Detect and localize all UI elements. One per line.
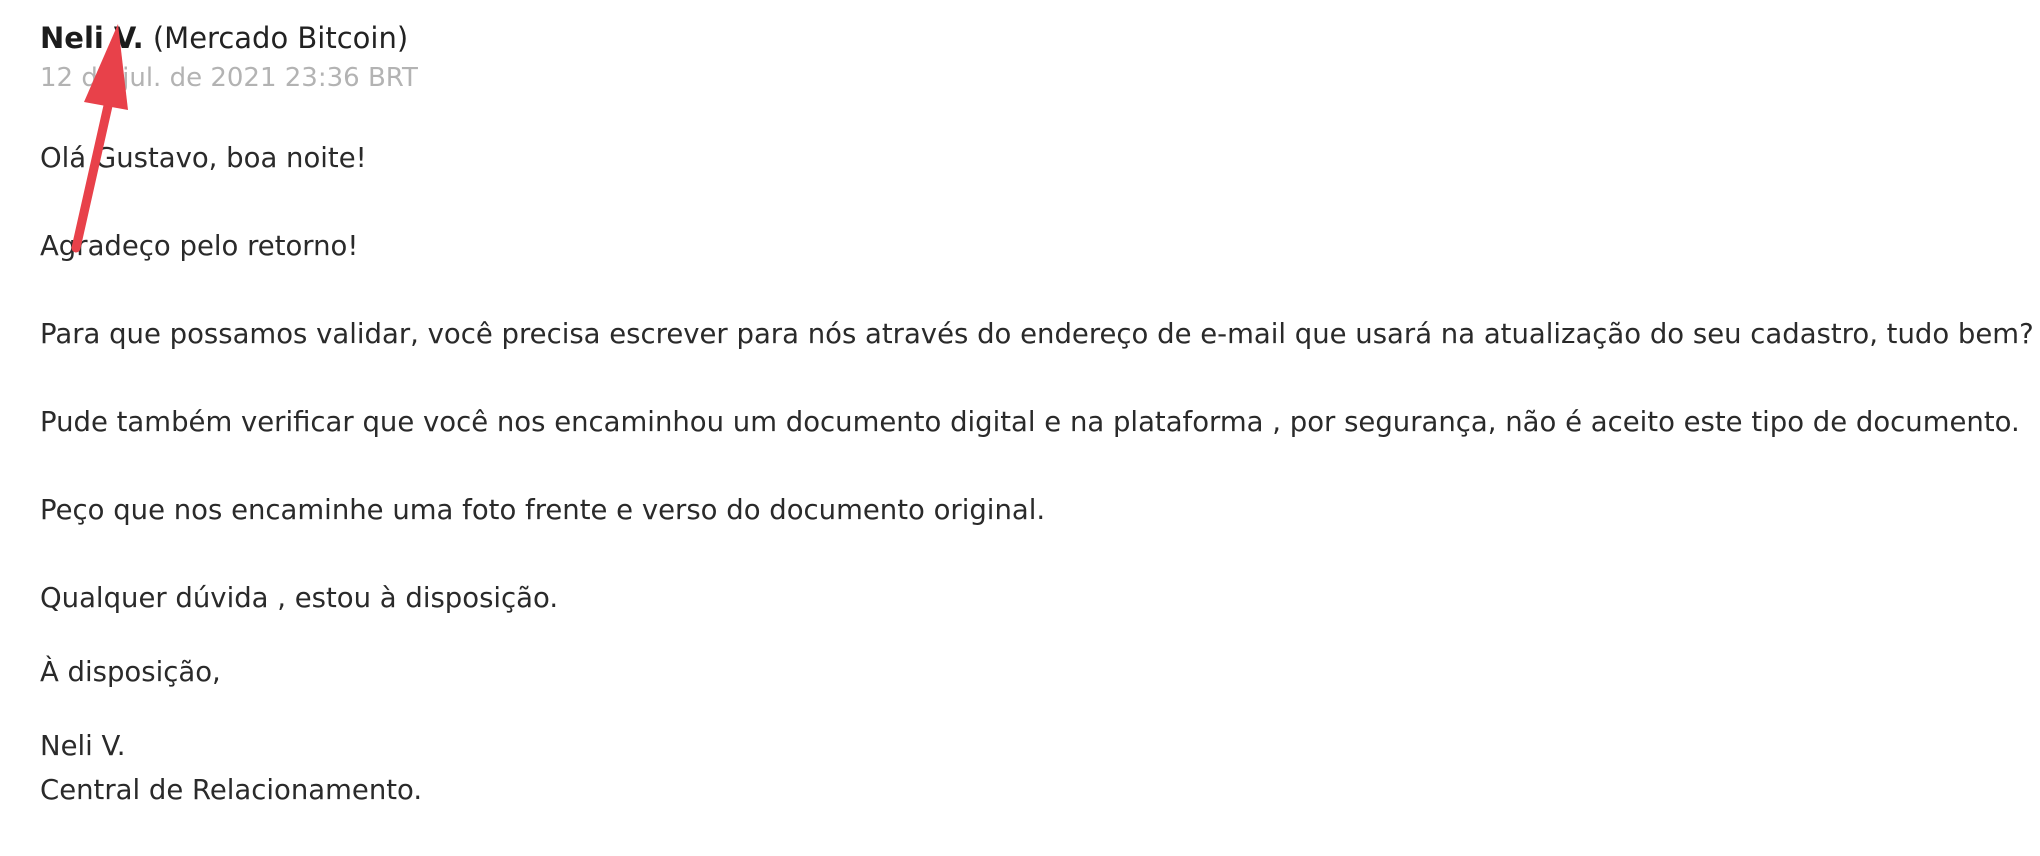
message-body: Olá Gustavo, boa noite! Agradeço pelo re… [40, 136, 2034, 812]
photo-request-paragraph: Peço que nos encaminhe uma foto frente e… [40, 494, 1046, 526]
email-message: Neli V. (Mercado Bitcoin) 12 de jul. de … [40, 18, 2034, 812]
thanks-paragraph: Agradeço pelo retorno! [40, 230, 359, 262]
sender-organization: (Mercado Bitcoin) [152, 21, 409, 55]
message-timestamp: 12 de jul. de 2021 23:36 BRT [40, 63, 418, 93]
sender-name: Neli V. [40, 21, 144, 55]
signature-department: Central de Relacionamento. [40, 774, 423, 806]
signature-name: Neli V. [40, 730, 126, 762]
validation-paragraph: Para que possamos validar, você precisa … [40, 318, 2034, 350]
document-paragraph: Pude também verificar que você nos encam… [40, 406, 2020, 438]
questions-paragraph: Qualquer dúvida , estou à disposição. [40, 582, 559, 614]
message-header: Neli V. (Mercado Bitcoin) [40, 18, 2030, 58]
signature: Neli V. Central de Relacionamento. [40, 724, 2030, 812]
closing-paragraph: À disposição, [40, 656, 221, 688]
greeting-paragraph: Olá Gustavo, boa noite! [40, 142, 367, 174]
